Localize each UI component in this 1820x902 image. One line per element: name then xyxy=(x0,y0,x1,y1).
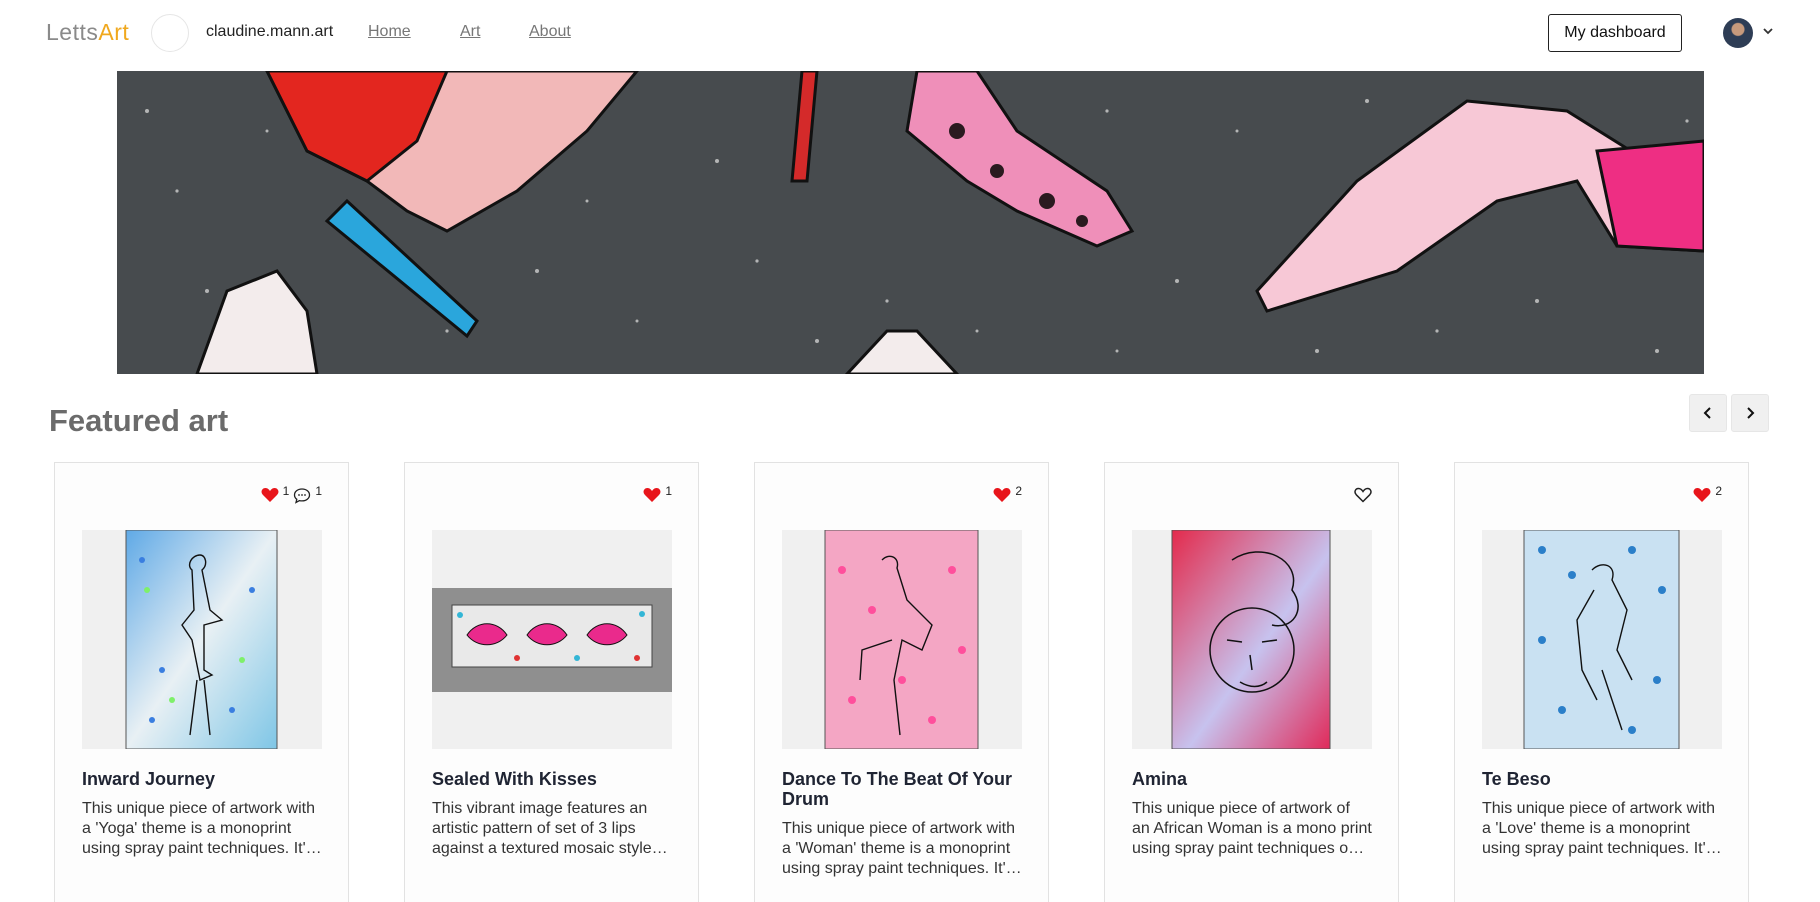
heart-filled-icon[interactable] xyxy=(261,487,279,503)
artwork-title[interactable]: Dance To The Beat Of Your Drum xyxy=(782,769,1022,809)
logo-text-letts: Letts xyxy=(46,19,99,45)
my-dashboard-button[interactable]: My dashboard xyxy=(1548,14,1682,52)
hero-banner-image xyxy=(117,71,1704,374)
user-avatar[interactable] xyxy=(1723,18,1753,48)
like-count: 2 xyxy=(1015,484,1022,498)
card-stats xyxy=(1354,487,1372,503)
chevron-down-icon[interactable] xyxy=(1762,26,1774,36)
artist-site-name[interactable]: claudine.mann.art xyxy=(206,23,333,41)
card-stats: 1 1 xyxy=(261,484,322,504)
artwork-image[interactable] xyxy=(82,530,322,749)
art-card[interactable]: 2 Te Beso This unique piece of artwork w… xyxy=(1454,462,1749,902)
artist-profile-image[interactable] xyxy=(151,14,189,52)
artwork-description: This unique piece of artwork with a 'Yog… xyxy=(82,800,315,857)
artwork-description: This unique piece of artwork of an Afric… xyxy=(1132,800,1372,857)
artwork-description: This vibrant image features an artistic … xyxy=(432,800,652,857)
like-count: 1 xyxy=(282,484,290,498)
card-stats: 2 xyxy=(1693,484,1722,503)
artwork-image[interactable] xyxy=(432,530,672,749)
artwork-image[interactable] xyxy=(1132,530,1372,749)
comment-count: 1 xyxy=(315,484,322,498)
artwork-title[interactable]: Amina xyxy=(1132,769,1372,789)
artwork-image[interactable] xyxy=(782,530,1022,749)
artwork-description: This unique piece of artwork with a 'Wom… xyxy=(782,820,1015,877)
art-card[interactable]: Amina This unique piece of artwork of an… xyxy=(1104,462,1399,902)
chevron-right-icon xyxy=(1747,407,1755,419)
artwork-description: This unique piece of artwork with a 'Lov… xyxy=(1482,800,1715,857)
top-header: LettsArt claudine.mann.art Home Art Abou… xyxy=(0,0,1820,66)
carousel-next-button[interactable] xyxy=(1731,394,1769,432)
heart-filled-icon[interactable] xyxy=(1693,487,1711,503)
heart-filled-icon[interactable] xyxy=(643,487,661,503)
artwork-title[interactable]: Te Beso xyxy=(1482,769,1722,789)
lettsart-logo[interactable]: LettsArt xyxy=(46,19,129,46)
comment-icon[interactable] xyxy=(293,487,311,504)
card-stats: 1 xyxy=(643,484,672,503)
heart-outline-icon[interactable] xyxy=(1354,487,1372,503)
like-count: 2 xyxy=(1715,484,1722,498)
featured-art-heading: Featured art xyxy=(49,403,229,438)
chevron-left-icon xyxy=(1703,407,1711,419)
art-card[interactable]: 1 Sealed With Kisses This vibrant image … xyxy=(404,462,699,902)
art-card[interactable]: 1 1 Inward Journey This unique piece of … xyxy=(54,462,349,902)
nav-art[interactable]: Art xyxy=(460,23,480,41)
logo-text-art: Art xyxy=(98,19,130,45)
artwork-title[interactable]: Sealed With Kisses xyxy=(432,769,672,789)
nav-about[interactable]: About xyxy=(529,23,571,41)
nav-home[interactable]: Home xyxy=(368,23,411,41)
artwork-title[interactable]: Inward Journey xyxy=(82,769,322,789)
art-card[interactable]: 2 Dance To The Beat Of Your Drum This un… xyxy=(754,462,1049,902)
artwork-image[interactable] xyxy=(1482,530,1722,749)
heart-filled-icon[interactable] xyxy=(993,487,1011,503)
carousel-prev-button[interactable] xyxy=(1689,394,1727,432)
like-count: 1 xyxy=(665,484,672,498)
card-stats: 2 xyxy=(993,484,1022,503)
